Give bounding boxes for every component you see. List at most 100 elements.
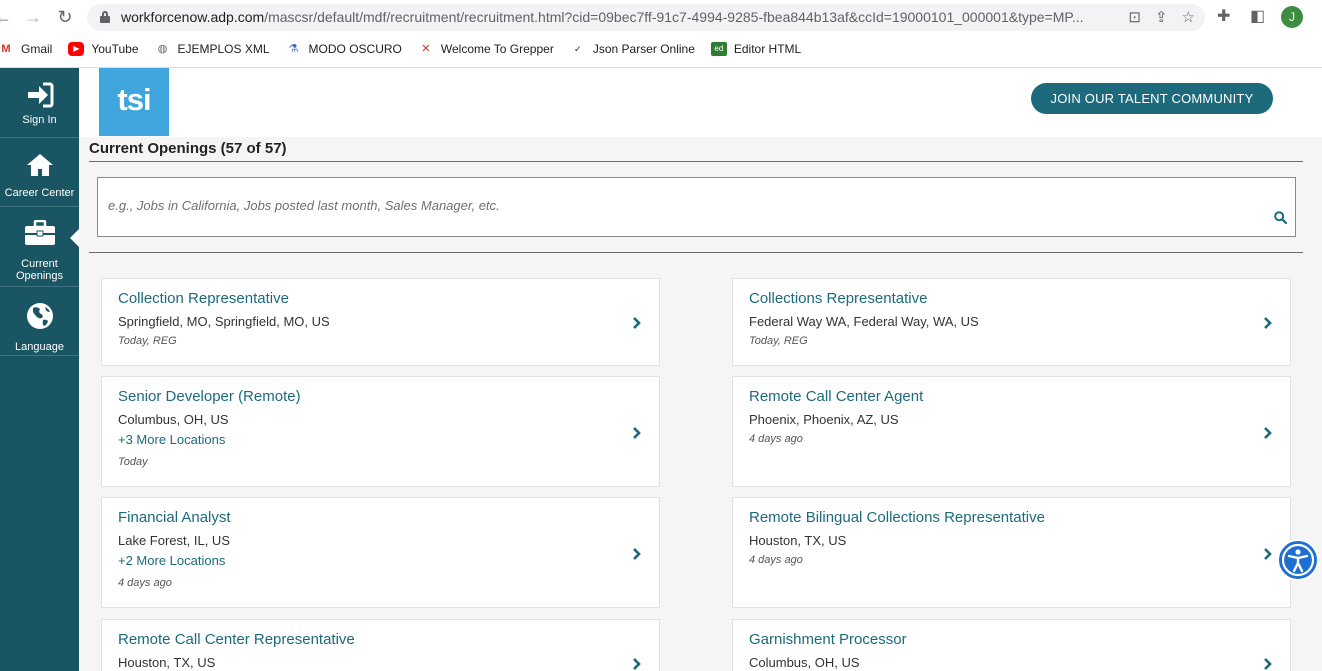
job-title[interactable]: Remote Bilingual Collections Representat…: [749, 509, 1045, 526]
header-band: tsi JOIN OUR TALENT COMMUNITY: [79, 68, 1322, 137]
join-talent-community-button[interactable]: JOIN OUR TALENT COMMUNITY: [1031, 83, 1273, 114]
job-meta: 4 days ago: [749, 433, 803, 445]
extensions-icon[interactable]: ✚: [1217, 6, 1230, 26]
bookmark-label: Welcome To Grepper: [440, 42, 554, 56]
browser-chrome: ← → ↻ workforcenow.adp.com/mascsr/defaul…: [0, 0, 1322, 68]
sidebar-nav: Sign In Career Center Current Openings L…: [0, 68, 79, 671]
translate-icon[interactable]: ⊡: [1128, 8, 1141, 26]
chevron-right-icon[interactable]: [632, 426, 642, 440]
bookmark-json-parser[interactable]: ✓ Json Parser Online: [570, 42, 695, 56]
active-indicator: [70, 229, 79, 247]
job-title[interactable]: Remote Call Center Representative: [118, 631, 355, 648]
job-title[interactable]: Collection Representative: [118, 290, 289, 307]
bookmark-star-icon[interactable]: ☆: [1182, 8, 1195, 26]
briefcase-icon: [24, 220, 55, 245]
url-host: workforcenow.adp.com: [121, 9, 265, 25]
sidebar-item-sign-in[interactable]: Sign In: [0, 68, 79, 138]
home-icon: [26, 154, 53, 176]
divider: [89, 161, 1303, 162]
accessibility-icon: [1281, 543, 1315, 577]
job-location: Houston, TX, US: [118, 655, 216, 670]
main-content: tsi JOIN OUR TALENT COMMUNITY Current Op…: [79, 68, 1322, 671]
bookmark-label: YouTube: [91, 42, 139, 56]
flask-icon: ⚗: [288, 43, 299, 55]
sign-in-icon: [27, 82, 53, 108]
reload-icon[interactable]: ↻: [54, 6, 76, 28]
job-meta: 4 days ago: [749, 554, 803, 566]
search-icon[interactable]: [1274, 211, 1287, 224]
address-bar[interactable]: workforcenow.adp.com/mascsr/default/mdf/…: [87, 4, 1205, 31]
job-card[interactable]: Collections Representative Federal Way W…: [732, 278, 1291, 366]
bookmark-ejemplos-xml[interactable]: ◍ EJEMPLOS XML: [155, 42, 270, 56]
job-title[interactable]: Collections Representative: [749, 290, 927, 307]
chevron-right-icon[interactable]: [1263, 547, 1273, 561]
job-title[interactable]: Garnishment Processor: [749, 631, 907, 648]
sidebar-item-current-openings[interactable]: Current Openings: [0, 207, 79, 287]
job-location: Lake Forest, IL, US: [118, 533, 230, 548]
address-url[interactable]: workforcenow.adp.com/mascsr/default/mdf/…: [121, 9, 1101, 25]
accessibility-button[interactable]: [1277, 539, 1319, 581]
bookmark-label: EJEMPLOS XML: [177, 42, 270, 56]
page-title: Current Openings (57 of 57): [89, 140, 287, 157]
chevron-right-icon[interactable]: [1263, 657, 1273, 671]
job-location: Houston, TX, US: [749, 533, 847, 548]
job-search-input[interactable]: [108, 198, 1208, 213]
sidebar-label: Career Center: [4, 187, 75, 199]
sidebar-item-language[interactable]: Language: [0, 287, 79, 356]
url-path: /mascsr/default/mdf/recruitment/recruitm…: [264, 9, 1084, 25]
job-card[interactable]: Remote Call Center Representative Housto…: [101, 619, 660, 671]
bookmarks-bar: M Gmail ▶ YouTube ◍ EJEMPLOS XML ⚗ MODO …: [0, 38, 817, 60]
sidebar-label: Sign In: [22, 114, 57, 126]
job-location: Federal Way WA, Federal Way, WA, US: [749, 314, 979, 329]
job-location: Springfield, MO, Springfield, MO, US: [118, 314, 330, 329]
chevron-right-icon[interactable]: [1263, 426, 1273, 440]
sidebar-item-career-center[interactable]: Career Center: [0, 138, 79, 207]
chevron-right-icon[interactable]: [1263, 316, 1273, 330]
more-locations-link[interactable]: +2 More Locations: [118, 553, 225, 568]
bookmark-label: Editor HTML: [733, 42, 802, 56]
job-location: Columbus, OH, US: [749, 655, 860, 670]
bookmark-label: MODO OSCURO: [308, 42, 402, 56]
job-card[interactable]: Senior Developer (Remote) Columbus, OH, …: [101, 376, 660, 487]
divider: [89, 252, 1303, 253]
youtube-icon: ▶: [68, 42, 85, 56]
bookmark-gmail[interactable]: M Gmail: [0, 42, 52, 56]
chevron-right-icon[interactable]: [632, 547, 642, 561]
bookmark-modo-oscuro[interactable]: ⚗ MODO OSCURO: [286, 42, 402, 56]
chevron-right-icon[interactable]: [632, 657, 642, 671]
globe-icon: ◍: [157, 43, 168, 55]
json-icon: ✓: [574, 44, 582, 54]
job-card[interactable]: Remote Call Center Agent Phoenix, Phoeni…: [732, 376, 1291, 487]
bookmark-grepper[interactable]: ✕ Welcome To Grepper: [418, 42, 554, 56]
job-card[interactable]: Collection Representative Springfield, M…: [101, 278, 660, 366]
sidebar-label: Language: [15, 341, 64, 353]
editor-icon: ed: [710, 42, 727, 56]
job-meta: Today, REG: [118, 335, 177, 347]
job-card[interactable]: Remote Bilingual Collections Representat…: [732, 497, 1291, 608]
job-location: Columbus, OH, US: [118, 412, 229, 427]
job-search-box: [97, 177, 1296, 237]
job-title[interactable]: Financial Analyst: [118, 509, 231, 526]
job-meta: Today, REG: [749, 335, 808, 347]
bookmark-youtube[interactable]: ▶ YouTube: [68, 42, 139, 56]
side-panel-icon[interactable]: ◧: [1250, 6, 1265, 26]
bookmark-label: Json Parser Online: [592, 42, 695, 56]
gmail-icon: M: [1, 43, 11, 55]
job-card[interactable]: Garnishment Processor Columbus, OH, US: [732, 619, 1291, 671]
sidebar-label: Current Openings: [15, 258, 64, 282]
profile-avatar[interactable]: J: [1281, 6, 1303, 28]
grepper-icon: ✕: [421, 43, 431, 55]
forward-arrow-icon[interactable]: →: [22, 6, 44, 28]
globe-icon: [26, 303, 53, 329]
share-icon[interactable]: ⇪: [1155, 8, 1168, 26]
back-arrow-icon[interactable]: ←: [0, 6, 14, 28]
more-locations-link[interactable]: +3 More Locations: [118, 432, 225, 447]
lock-icon: [100, 11, 110, 23]
job-title[interactable]: Senior Developer (Remote): [118, 388, 301, 405]
chevron-right-icon[interactable]: [632, 316, 642, 330]
job-title[interactable]: Remote Call Center Agent: [749, 388, 923, 405]
bookmark-editor-html[interactable]: ed Editor HTML: [710, 42, 802, 56]
job-card[interactable]: Financial Analyst Lake Forest, IL, US +2…: [101, 497, 660, 608]
job-meta: 4 days ago: [118, 577, 172, 589]
company-logo[interactable]: tsi: [99, 68, 169, 136]
